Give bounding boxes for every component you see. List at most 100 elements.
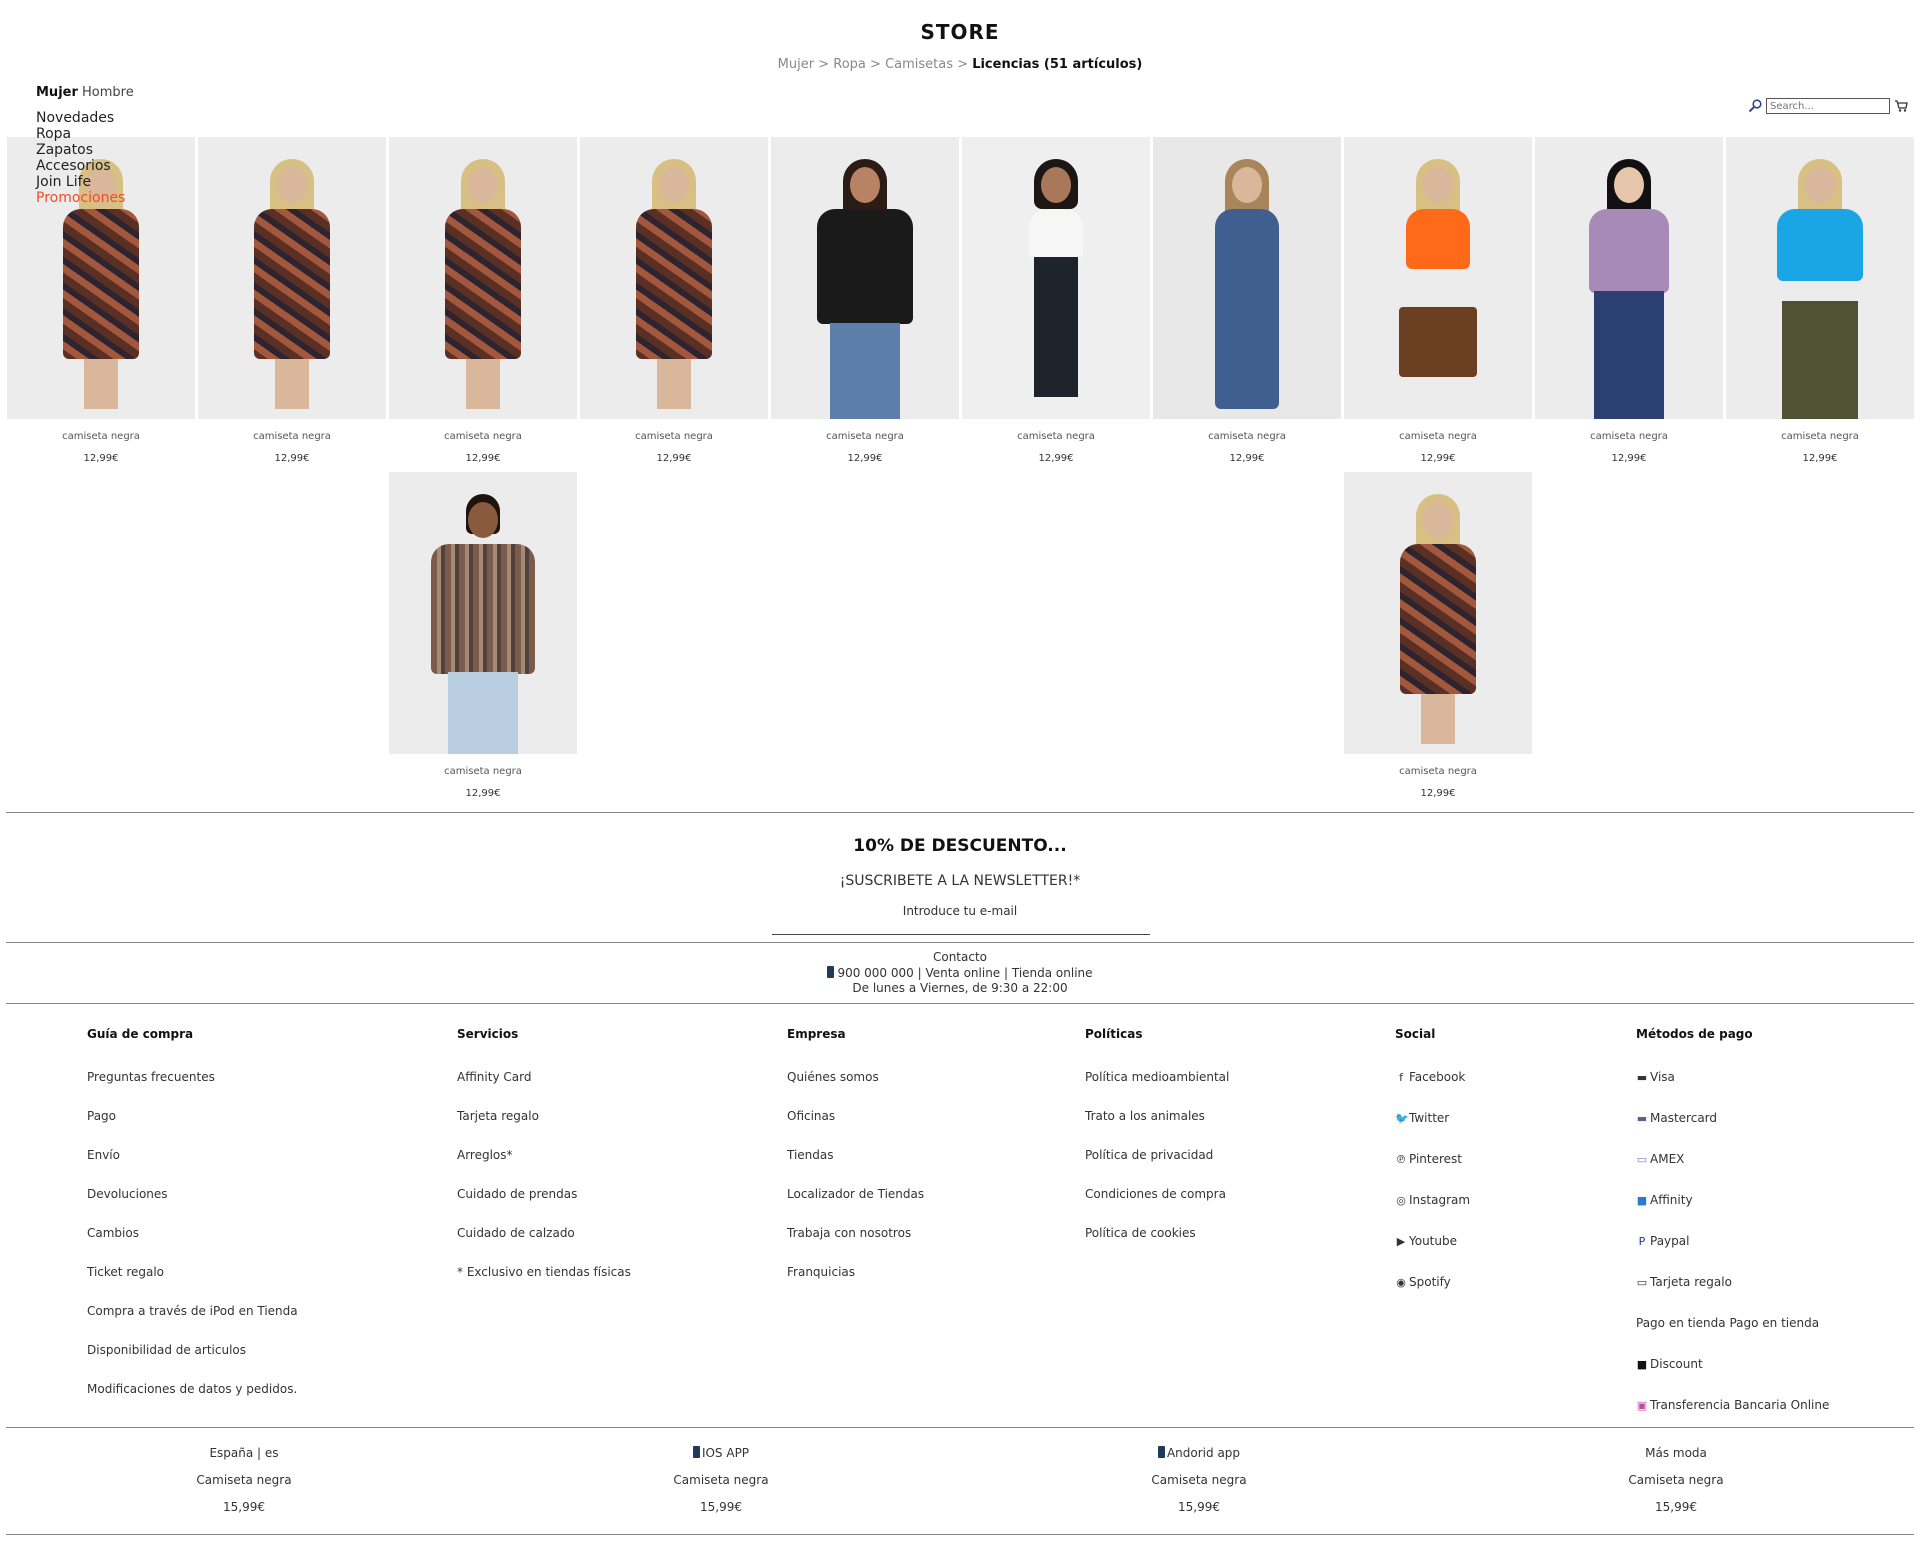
footer-link[interactable]: Franquicias (787, 1264, 924, 1303)
footer-link[interactable]: Ticket regalo (87, 1264, 298, 1303)
payment-discount[interactable]: ■ Discount (1636, 1356, 1829, 1397)
footer-link[interactable]: Cuidado de prendas (457, 1186, 631, 1225)
product-name[interactable]: camiseta negra (389, 766, 577, 777)
product-name[interactable]: camiseta negra (7, 431, 195, 442)
payment-paypal[interactable]: P Paypal (1636, 1233, 1829, 1274)
bottom-item-name[interactable]: Camiseta negra (1556, 1473, 1796, 1500)
product-name[interactable]: camiseta negra (580, 431, 768, 442)
footer-link[interactable]: Arreglos* (457, 1147, 631, 1186)
footer-link[interactable]: Condiciones de compra (1085, 1186, 1229, 1225)
gender-mujer[interactable]: Mujer (36, 85, 78, 100)
product-image[interactable] (389, 472, 577, 754)
footer-link[interactable]: Oficinas (787, 1108, 924, 1147)
social-link-youtube[interactable]: ▶ Youtube (1395, 1233, 1470, 1274)
footer-link[interactable]: Localizador de Tiendas (787, 1186, 924, 1225)
product-name[interactable]: camiseta negra (1153, 431, 1341, 442)
email-field[interactable] (772, 934, 1150, 935)
menu-item-novedades[interactable]: Novedades (36, 110, 125, 126)
payment-affinity[interactable]: ■ Affinity (1636, 1192, 1829, 1233)
product-name[interactable]: camiseta negra (771, 431, 959, 442)
product-name[interactable]: camiseta negra (962, 431, 1150, 442)
product-card[interactable]: camiseta negra 12,99€ (1344, 137, 1532, 464)
bottom-item-name[interactable]: Camiseta negra (601, 1473, 841, 1500)
product-card[interactable]: camiseta negra 12,99€ (1535, 137, 1723, 464)
footer-link[interactable]: Trabaja con nosotros (787, 1225, 924, 1264)
product-image[interactable] (1344, 472, 1532, 754)
footer-link[interactable]: Política medioambiental (1085, 1069, 1229, 1108)
payment-amex[interactable]: ▭ AMEX (1636, 1151, 1829, 1192)
product-card[interactable]: camiseta negra 12,99€ (962, 137, 1150, 464)
menu-item-accesorios[interactable]: Accesorios (36, 158, 125, 174)
ios-app-link[interactable]: IOS APP (601, 1446, 841, 1473)
payment-gift-card[interactable]: ▭ Tarjeta regalo (1636, 1274, 1829, 1315)
footer-link[interactable]: Cambios (87, 1225, 298, 1264)
footer-link[interactable]: Tiendas (787, 1147, 924, 1186)
payment-bank-transfer[interactable]: ▣ Transferencia Bancaria Online (1636, 1397, 1830, 1438)
social-link-facebook[interactable]: f Facebook (1395, 1069, 1470, 1110)
product-name[interactable]: camiseta negra (389, 431, 577, 442)
product-card[interactable]: camiseta negra 12,99€ (389, 472, 577, 799)
footer-link[interactable]: Modificaciones de datos y pedidos. (87, 1381, 298, 1420)
payment-in-store[interactable]: Pago en tienda Pago en tienda (1636, 1315, 1829, 1356)
search-icon[interactable] (1748, 99, 1762, 113)
product-name[interactable]: camiseta negra (1535, 431, 1723, 442)
footer-link[interactable]: Affinity Card (457, 1069, 631, 1108)
footer-link[interactable]: Política de privacidad (1085, 1147, 1229, 1186)
breadcrumb-mujer[interactable]: Mujer (778, 57, 814, 72)
product-image[interactable] (580, 137, 768, 419)
product-image[interactable] (962, 137, 1150, 419)
product-card[interactable]: camiseta negra 12,99€ (1153, 137, 1341, 464)
product-name[interactable]: camiseta negra (1344, 766, 1532, 777)
payment-mastercard[interactable]: ▬ Mastercard (1636, 1110, 1829, 1151)
menu-item-ropa[interactable]: Ropa (36, 126, 125, 142)
product-name[interactable]: camiseta negra (198, 431, 386, 442)
search-input[interactable] (1766, 98, 1890, 114)
footer-link[interactable]: Disponibilidad de articulos (87, 1342, 298, 1381)
bottom-item-name[interactable]: Camiseta negra (124, 1473, 364, 1500)
footer-link[interactable]: Quiénes somos (787, 1069, 924, 1108)
social-link-spotify[interactable]: ◉ Spotify (1395, 1274, 1470, 1315)
product-image[interactable] (389, 137, 577, 419)
breadcrumb-camisetas[interactable]: Camisetas (885, 57, 953, 72)
product-image[interactable] (1344, 137, 1532, 419)
language-selector[interactable]: España | es (124, 1446, 364, 1473)
product-image[interactable] (1726, 137, 1914, 419)
footer-link[interactable]: Pago (87, 1108, 298, 1147)
android-app-link[interactable]: Andorid app (1079, 1446, 1319, 1473)
product-card[interactable]: camiseta negra 12,99€ (771, 137, 959, 464)
product-card[interactable]: camiseta negra 12,99€ (1344, 472, 1532, 799)
product-image[interactable] (198, 137, 386, 419)
product-card[interactable]: camiseta negra 12,99€ (389, 137, 577, 464)
product-card[interactable]: camiseta negra 12,99€ (580, 137, 768, 464)
email-field-label[interactable]: Introduce tu e-mail (0, 904, 1920, 918)
product-name[interactable]: camiseta negra (1344, 431, 1532, 442)
product-card[interactable]: camiseta negra 12,99€ (1726, 137, 1914, 464)
product-card[interactable]: camiseta negra 12,99€ (198, 137, 386, 464)
contact-line[interactable]: 900 000 000 | Venta online | Tienda onli… (0, 965, 1920, 982)
payment-visa[interactable]: ▬ Visa (1636, 1069, 1829, 1110)
social-link-pinterest[interactable]: ℗ Pinterest (1395, 1151, 1470, 1192)
menu-item-zapatos[interactable]: Zapatos (36, 142, 125, 158)
footer-link[interactable]: Tarjeta regalo (457, 1108, 631, 1147)
footer-link[interactable]: Trato a los animales (1085, 1108, 1229, 1147)
social-link-instagram[interactable]: ◎ Instagram (1395, 1192, 1470, 1233)
footer-link[interactable]: Política de cookies (1085, 1225, 1229, 1264)
footer-link[interactable]: Compra a través de iPod en Tienda (87, 1303, 298, 1342)
product-image[interactable] (771, 137, 959, 419)
menu-item-join-life[interactable]: Join Life (36, 174, 125, 190)
product-image[interactable] (1535, 137, 1723, 419)
footer-link[interactable]: Preguntas frecuentes (87, 1069, 298, 1108)
bottom-item-name[interactable]: Camiseta negra (1079, 1473, 1319, 1500)
contact-phone[interactable]: 900 000 000 | Venta online | Tienda onli… (837, 966, 1092, 980)
gender-hombre[interactable]: Hombre (82, 85, 134, 100)
footer-link[interactable]: Cuidado de calzado (457, 1225, 631, 1264)
product-name[interactable]: camiseta negra (1726, 431, 1914, 442)
cart-icon[interactable] (1894, 99, 1908, 113)
menu-item-promociones[interactable]: Promociones (36, 190, 125, 206)
footer-link[interactable]: Envío (87, 1147, 298, 1186)
more-fashion-link[interactable]: Más moda (1556, 1446, 1796, 1473)
footer-link[interactable]: Devoluciones (87, 1186, 298, 1225)
product-image[interactable] (1153, 137, 1341, 419)
breadcrumb-ropa[interactable]: Ropa (833, 57, 866, 72)
social-link-twitter[interactable]: 🐦Twitter (1395, 1110, 1470, 1151)
